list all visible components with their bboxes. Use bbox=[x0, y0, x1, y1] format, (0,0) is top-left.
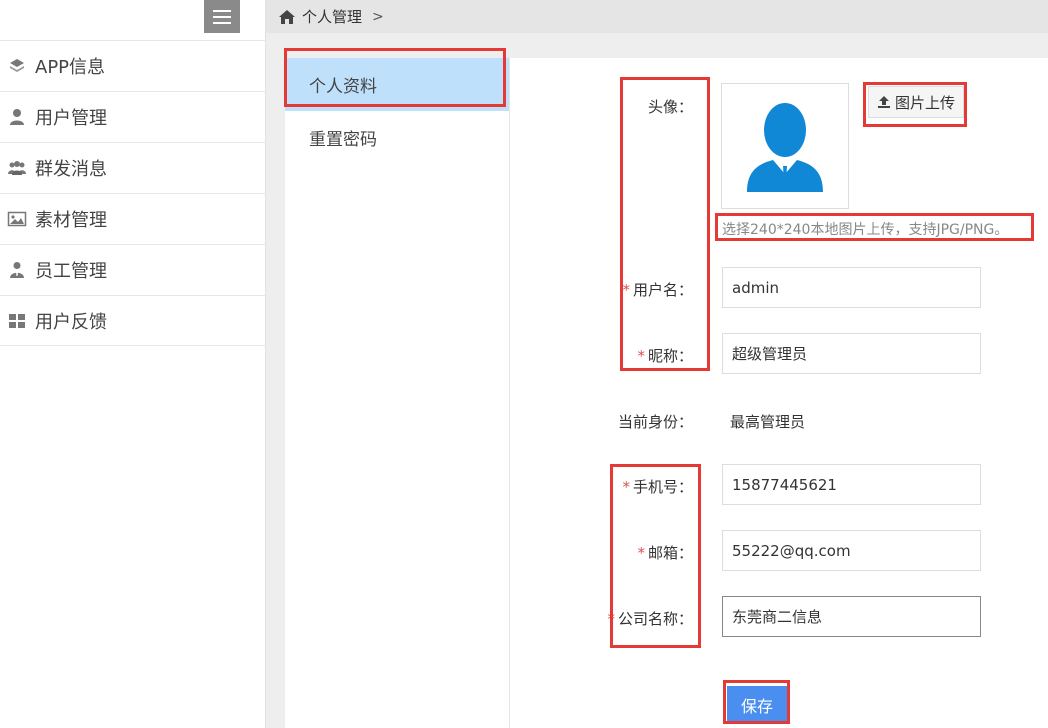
chevron-right-icon: > bbox=[372, 8, 384, 25]
upload-image-button[interactable]: 图片上传 bbox=[868, 86, 964, 118]
required-mark: * bbox=[622, 281, 630, 299]
hamburger-icon-bar bbox=[213, 9, 231, 12]
required-mark: * bbox=[622, 478, 630, 496]
breadcrumb: 个人管理 > bbox=[266, 0, 1048, 33]
username-field[interactable] bbox=[722, 267, 981, 308]
sidebar-item-label: 员工管理 bbox=[35, 261, 107, 282]
upload-button-label: 图片上传 bbox=[894, 93, 955, 112]
role-value: 最高管理员 bbox=[730, 413, 806, 431]
user-avatar-icon bbox=[747, 103, 823, 192]
sidebar-item-label: APP信息 bbox=[35, 57, 106, 78]
sidebar-item-app-info[interactable]: APP信息 bbox=[0, 40, 266, 91]
sidebar-item-feedback[interactable]: 用户反馈 bbox=[0, 295, 266, 346]
sidebar-item-label: 用户管理 bbox=[35, 108, 107, 129]
sidebar-item-user-management[interactable]: 用户管理 bbox=[0, 91, 266, 142]
layers-icon bbox=[6, 55, 28, 77]
phone-field[interactable] bbox=[722, 464, 981, 505]
nickname-field[interactable] bbox=[722, 333, 981, 374]
hamburger-icon-bar bbox=[213, 15, 231, 18]
image-icon bbox=[6, 208, 28, 230]
company-field[interactable] bbox=[722, 596, 981, 637]
username-label: * 用户名： bbox=[622, 281, 693, 299]
profile-subnav: 个人资料 重置密码 bbox=[285, 58, 510, 728]
required-mark: * bbox=[637, 347, 645, 365]
user-icon bbox=[6, 106, 28, 128]
grid-icon bbox=[6, 310, 28, 332]
home-icon[interactable] bbox=[278, 9, 296, 25]
sidebar-item-materials[interactable]: 素材管理 bbox=[0, 193, 266, 244]
required-mark: * bbox=[637, 544, 645, 562]
sidebar-item-label: 素材管理 bbox=[35, 210, 107, 231]
role-label: 当前身份： bbox=[617, 413, 693, 431]
sidebar-item-label: 群发消息 bbox=[35, 159, 107, 180]
phone-label: * 手机号： bbox=[622, 478, 693, 496]
sidebar-item-label: 用户反馈 bbox=[35, 311, 107, 333]
upload-hint: 选择240*240本地图片上传，支持JPG/PNG。 bbox=[722, 222, 1009, 238]
company-label: * 公司名称： bbox=[607, 610, 693, 628]
sidebar-item-broadcast[interactable]: 群发消息 bbox=[0, 142, 266, 193]
nickname-label: * 昵称： bbox=[637, 347, 693, 365]
hamburger-icon-bar bbox=[213, 21, 231, 24]
email-field[interactable] bbox=[722, 530, 981, 571]
tab-reset-password[interactable]: 重置密码 bbox=[285, 111, 509, 164]
sidebar-item-staff[interactable]: 员工管理 bbox=[0, 244, 266, 295]
save-button[interactable]: 保存 bbox=[727, 686, 787, 723]
email-label: * 邮箱： bbox=[637, 544, 693, 562]
avatar bbox=[721, 83, 849, 209]
tab-label: 个人资料 bbox=[309, 77, 377, 97]
tab-label: 重置密码 bbox=[309, 130, 377, 150]
staff-icon bbox=[6, 259, 28, 281]
sidebar: APP信息 用户管理 群发消息 素材管理 员工管理 用户反馈 bbox=[0, 0, 266, 728]
tab-profile[interactable]: 个人资料 bbox=[285, 58, 509, 111]
users-icon bbox=[6, 157, 28, 179]
menu-toggle-button[interactable] bbox=[204, 0, 240, 33]
upload-icon bbox=[877, 96, 890, 108]
avatar-label: 头像： bbox=[647, 98, 693, 116]
breadcrumb-current[interactable]: 个人管理 bbox=[302, 6, 362, 27]
sidebar-nav: APP信息 用户管理 群发消息 素材管理 员工管理 用户反馈 bbox=[0, 40, 266, 346]
required-mark: * bbox=[607, 610, 615, 628]
